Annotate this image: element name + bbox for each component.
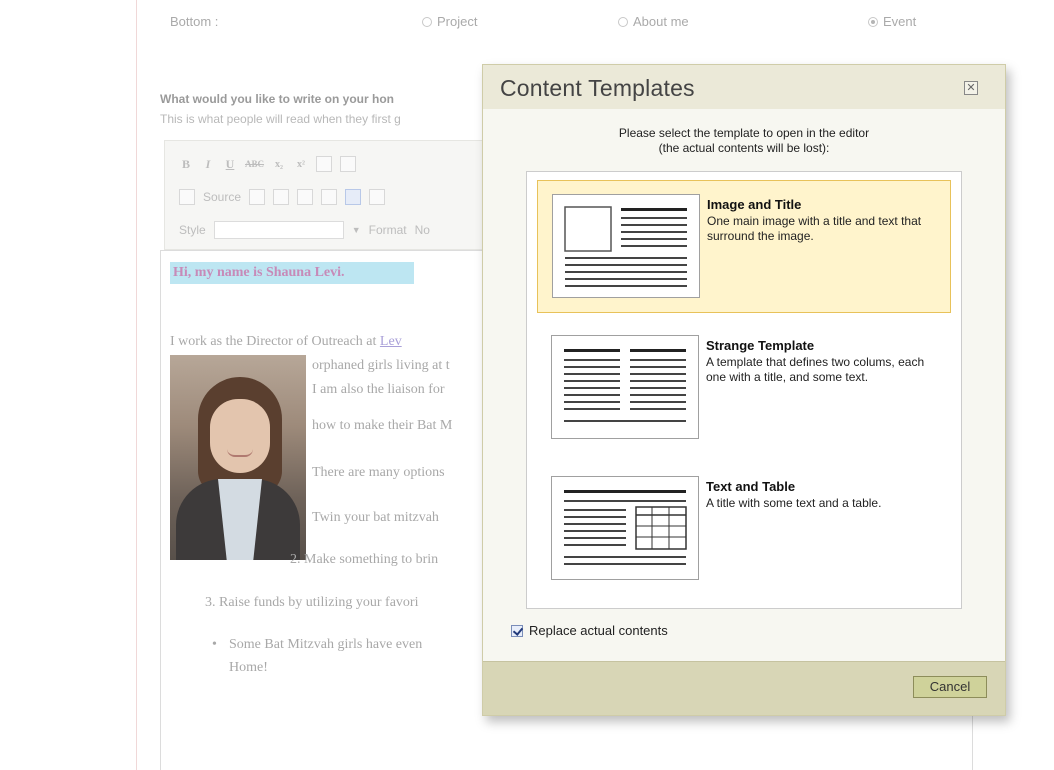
editor-line: I am also the liaison for <box>312 382 445 397</box>
radio-circle[interactable] <box>868 16 878 27</box>
editor-line: There are many options <box>312 465 445 480</box>
text-and-table-thumbnail-icon <box>551 476 699 580</box>
template-description: A title with some text and a table. <box>706 496 882 510</box>
editor-line: 2. Make something to brin <box>290 552 439 567</box>
template-image-and-title[interactable]: Image and Title One main image with a ti… <box>537 180 951 313</box>
image-and-title-thumbnail-icon <box>552 194 700 298</box>
dialog-instruction: Please select the template to open in th… <box>618 126 870 155</box>
preview-icon[interactable] <box>297 189 314 205</box>
radio-label: About me <box>633 14 689 29</box>
home-question-sub: This is what people will read when they … <box>160 112 401 126</box>
more-icon[interactable] <box>369 189 386 205</box>
radio-project[interactable]: Project <box>422 14 477 29</box>
editor-bullet: • <box>212 637 217 652</box>
source-icon[interactable] <box>179 189 195 205</box>
new-page-icon[interactable] <box>273 189 290 205</box>
unlink-icon[interactable] <box>340 156 357 172</box>
bottom-radio-group: Bottom : Project About me Event <box>170 14 960 34</box>
style-label: Style <box>179 223 206 237</box>
editor-line: Twin your bat mitzvah <box>312 510 439 525</box>
dialog-title: Content Templates <box>500 75 695 101</box>
profile-photo <box>170 355 306 560</box>
italic-button[interactable]: I <box>201 157 215 172</box>
link-icon[interactable] <box>316 156 333 172</box>
dialog-body: Please select the template to open in th… <box>483 109 1005 661</box>
page-border <box>136 0 137 770</box>
replace-contents-label: Replace actual contents <box>529 623 668 638</box>
replace-contents-option[interactable]: Replace actual contents <box>511 623 668 638</box>
editor-line: orphaned girls living at t <box>312 358 450 373</box>
style-select[interactable] <box>213 221 344 239</box>
home-question: What would you like to write on your hon <box>160 92 394 106</box>
subscript-button[interactable]: x₂ <box>272 159 286 170</box>
superscript-button[interactable]: x² <box>294 159 308 170</box>
paste-icon[interactable] <box>249 189 266 205</box>
toolbar-row-format: B I U ABC x₂ x² <box>179 153 357 175</box>
editor-line: I work as the Director of Outreach at Le… <box>170 334 402 349</box>
radio-circle[interactable] <box>618 16 628 27</box>
image-icon[interactable] <box>321 189 338 205</box>
templates-icon[interactable] <box>345 189 362 205</box>
editor-line: how to make their Bat M <box>312 418 453 433</box>
bottom-label: Bottom : <box>170 14 219 29</box>
radio-label: Project <box>437 14 478 29</box>
bold-button[interactable]: B <box>179 157 193 172</box>
template-description: One main image with a title and text tha… <box>707 214 922 243</box>
template-title: Text and Table <box>706 479 796 494</box>
editor-heading: Hi, my name is Shauna Levi. <box>173 265 345 280</box>
two-column-thumbnail-icon <box>551 335 699 439</box>
radio-circle[interactable] <box>422 16 432 27</box>
dialog-footer: Cancel <box>483 661 1005 715</box>
template-text-and-table[interactable]: Text and Table A title with some text an… <box>537 463 951 596</box>
underline-button[interactable]: U <box>223 157 237 172</box>
editor-line: 3. Raise funds by utilizing your favori <box>205 595 419 610</box>
template-title: Strange Template <box>706 338 815 353</box>
template-strange[interactable]: Strange Template A template that defines… <box>537 322 951 455</box>
format-label: Format <box>368 223 407 237</box>
editor-toolbar: B I U ABC x₂ x² Source Style ▼ Format No <box>164 140 494 250</box>
close-icon[interactable]: ✕ <box>964 81 978 95</box>
template-description: A template that defines two colums, each… <box>706 355 925 384</box>
radio-about-me[interactable]: About me <box>618 14 689 29</box>
template-list: Image and Title One main image with a ti… <box>526 171 962 609</box>
radio-label: Event <box>883 14 917 29</box>
replace-contents-checkbox[interactable] <box>511 624 523 637</box>
cancel-button[interactable]: Cancel <box>913 676 987 698</box>
editor-line: Some Bat Mitzvah girls have even <box>229 637 423 652</box>
toolbar-row-insert: Source <box>179 186 386 208</box>
template-title: Image and Title <box>707 197 802 212</box>
editor-line: Home! <box>229 660 268 675</box>
toolbar-row-style: Style ▼ Format No <box>179 219 430 241</box>
chevron-down-icon[interactable]: ▼ <box>352 225 361 235</box>
format-select[interactable]: No <box>415 223 430 237</box>
strike-button[interactable]: ABC <box>245 159 264 169</box>
radio-event[interactable]: Event <box>868 14 916 29</box>
source-button[interactable]: Source <box>203 190 241 204</box>
outreach-link[interactable]: Lev <box>380 334 402 349</box>
content-templates-dialog: Content Templates ✕ Please select the te… <box>482 64 1006 716</box>
